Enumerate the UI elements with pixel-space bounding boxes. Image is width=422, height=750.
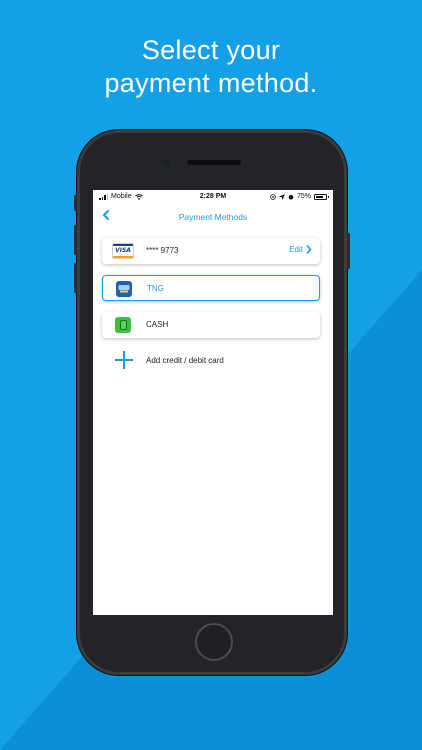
page-title: Payment Methods: [178, 212, 248, 222]
battery-percent: 75%: [296, 193, 311, 200]
payment-method-visa[interactable]: VISA **** 9773 Edit: [102, 238, 320, 264]
tng-wallet-icon: [116, 281, 132, 297]
rotation-lock-icon: [270, 193, 276, 200]
chevron-right-icon: [306, 245, 312, 254]
phone-frame: Mobile 2:28 PM 75% Payment Methods VISA …: [74, 130, 350, 675]
phone-screen: Mobile 2:28 PM 75% Payment Methods VISA …: [93, 190, 333, 615]
plus-icon: [115, 351, 133, 369]
battery-icon: [314, 193, 329, 200]
mute-switch: [74, 195, 77, 211]
front-camera: [164, 159, 171, 166]
visa-card-icon: VISA: [112, 243, 134, 259]
payment-method-label: CASH: [146, 320, 169, 329]
headline-line-2: payment method.: [104, 68, 318, 98]
edit-button[interactable]: Edit: [289, 245, 312, 254]
power-button: [347, 233, 350, 269]
status-bar: Mobile 2:28 PM 75%: [93, 190, 333, 204]
cash-icon: [115, 317, 131, 333]
payment-method-label: **** 9773: [146, 246, 179, 255]
payment-method-tng[interactable]: TNG: [102, 275, 320, 301]
home-button[interactable]: [195, 623, 233, 661]
navigation-bar: Payment Methods: [93, 204, 333, 230]
headline-line-1: Select your: [141, 35, 281, 65]
payment-method-cash[interactable]: CASH: [102, 312, 320, 338]
add-card-label: Add credit / debit card: [146, 356, 224, 365]
visa-card-text: VISA: [115, 247, 131, 254]
headline: Select your payment method.: [0, 34, 422, 100]
payment-method-label: TNG: [147, 284, 164, 293]
volume-down-button: [74, 263, 77, 293]
earpiece-speaker: [187, 160, 241, 165]
alarm-icon: [288, 194, 294, 200]
add-card-button[interactable]: Add credit / debit card: [102, 348, 320, 372]
edit-label: Edit: [289, 245, 303, 254]
location-icon: [278, 193, 285, 200]
battery-fill: [316, 195, 323, 198]
status-right: 75%: [270, 193, 329, 200]
volume-up-button: [74, 225, 77, 255]
